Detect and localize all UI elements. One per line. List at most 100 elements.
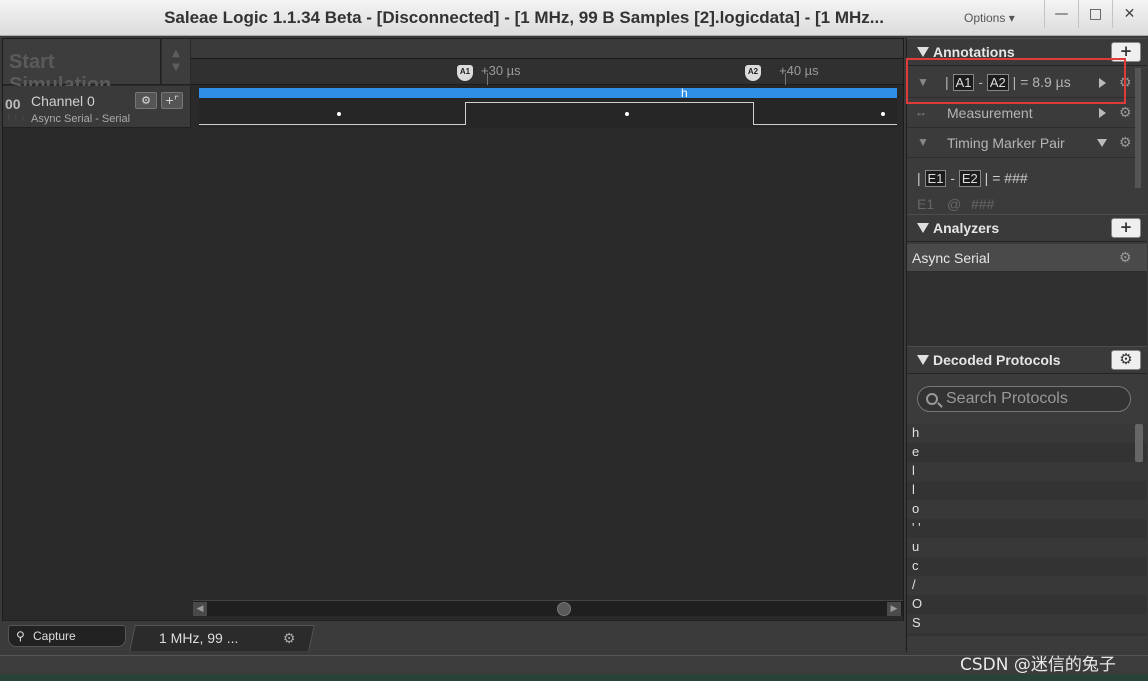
decoded-item[interactable]: h bbox=[907, 424, 1147, 443]
decoded-item[interactable]: ' ' bbox=[907, 519, 1147, 538]
decoded-item[interactable]: c bbox=[907, 557, 1147, 576]
chevron-down-icon: ▼ bbox=[172, 62, 180, 73]
file-tab-gear-icon[interactable]: ⚙ bbox=[283, 630, 296, 647]
signal-segment bbox=[199, 124, 465, 125]
channel-number: 00 bbox=[5, 96, 21, 112]
decoded-item[interactable]: / bbox=[907, 576, 1147, 595]
signal-edge bbox=[465, 102, 466, 125]
close-icon: ✕ bbox=[1123, 6, 1136, 22]
taskbar-strip bbox=[0, 674, 1148, 681]
marker-a2[interactable]: A2 bbox=[745, 65, 761, 81]
decoded-list-scrollbar[interactable] bbox=[1135, 424, 1143, 462]
add-analyzer-button[interactable]: + bbox=[1111, 218, 1141, 238]
timeline-ruler[interactable]: +30 µs +40 µs A1 A2 bbox=[191, 39, 903, 85]
decoded-item[interactable]: \n bbox=[907, 633, 1147, 636]
trigger-icon: +⌜ bbox=[164, 94, 180, 107]
analyzer-name: Async Serial bbox=[912, 250, 990, 266]
measurement-label: Measurement bbox=[947, 105, 1033, 121]
plus-icon: + bbox=[1119, 218, 1133, 236]
channel-trigger-button[interactable]: +⌜ bbox=[161, 92, 183, 109]
channel-settings-button[interactable]: ⚙ bbox=[135, 92, 157, 109]
analyzer-item[interactable]: Async Serial ⚙ bbox=[907, 244, 1147, 272]
gear-icon[interactable]: ⚙ bbox=[1119, 249, 1132, 266]
bus-byte-label: h bbox=[681, 86, 688, 100]
maximize-button[interactable]: □ bbox=[1078, 0, 1112, 28]
gear-icon: ⚙ bbox=[141, 94, 151, 107]
waveform-area: Start Simulation ▲ ▼ +30 µs +40 µs A1 A2… bbox=[2, 38, 904, 650]
analyzers-title: Analyzers bbox=[933, 220, 1000, 236]
decoded-item[interactable]: l bbox=[907, 481, 1147, 500]
pair-e-value: = ### bbox=[992, 170, 1028, 186]
file-tab-label: 1 MHz, 99 ... bbox=[159, 630, 239, 646]
e-pair-expression: | E1 - E2 | = ### bbox=[917, 170, 1028, 187]
decoded-protocols-header[interactable]: Decoded Protocols ⚙ bbox=[907, 346, 1147, 374]
decoded-item[interactable]: e bbox=[907, 443, 1147, 462]
annotation-row-timing-pair[interactable]: ▼ Timing Marker Pair ⚙ bbox=[907, 128, 1139, 158]
scroll-left-icon[interactable]: ◀ bbox=[193, 602, 207, 616]
signal-segment bbox=[465, 102, 753, 103]
minimize-button[interactable]: — bbox=[1044, 0, 1078, 28]
channel-header[interactable]: 00 ⋮⋮⋮ Channel 0 Async Serial - Serial ⚙… bbox=[3, 86, 191, 128]
timeline-tick bbox=[487, 73, 488, 85]
timing-marker-pair-label: Timing Marker Pair bbox=[947, 135, 1065, 151]
capture-icon: ⚲ bbox=[16, 629, 25, 643]
expand-arrow-icon[interactable] bbox=[1099, 108, 1106, 118]
highlight-box bbox=[906, 58, 1126, 104]
decoded-item[interactable]: u bbox=[907, 538, 1147, 557]
decoded-bus[interactable]: h bbox=[199, 86, 897, 100]
decoded-item[interactable]: l bbox=[907, 462, 1147, 481]
dropdown-arrow-icon[interactable] bbox=[1097, 139, 1107, 147]
grip-icon: ⋮⋮⋮ bbox=[6, 114, 27, 121]
sample-dot bbox=[881, 112, 885, 116]
channel-waveform[interactable]: h bbox=[199, 86, 897, 128]
decoded-protocols-title: Decoded Protocols bbox=[933, 352, 1061, 368]
collapse-triangle-icon bbox=[917, 47, 929, 57]
collapse-triangle-icon bbox=[917, 355, 929, 365]
timeline-tick bbox=[785, 73, 786, 85]
timing-pair-expression: | E1 - E2 | = ### bbox=[907, 164, 1139, 194]
capture-label: Capture bbox=[33, 629, 76, 643]
gear-icon[interactable]: ⚙ bbox=[1119, 134, 1132, 151]
gear-icon: ⚙ bbox=[1119, 350, 1133, 368]
scroll-right-icon[interactable]: ▶ bbox=[887, 602, 901, 616]
right-panel: Annotations + ▼ | A1 - A2 | = 8.9 µs ⚙ ↔… bbox=[906, 38, 1147, 652]
chevron-up-icon: ▲ bbox=[172, 48, 180, 59]
start-simulation-button[interactable]: Start Simulation bbox=[3, 39, 161, 96]
decoded-item[interactable]: o bbox=[907, 500, 1147, 519]
simulation-spinner[interactable]: ▲ ▼ bbox=[162, 39, 190, 85]
decoded-item[interactable]: S bbox=[907, 614, 1147, 633]
gear-icon[interactable]: ⚙ bbox=[1119, 104, 1132, 121]
options-menu[interactable]: Options ▾ bbox=[964, 11, 1015, 25]
scroll-thumb[interactable] bbox=[557, 602, 571, 616]
measure-arrows-icon: ↔ bbox=[915, 105, 927, 119]
signal-edge bbox=[753, 102, 754, 125]
e1-at: @ bbox=[947, 196, 962, 212]
decoded-item[interactable]: O bbox=[907, 595, 1147, 614]
capture-tab[interactable]: ⚲ Capture bbox=[8, 625, 126, 647]
bottom-tab-bar: ⚲ Capture 1 MHz, 99 ... ⚙ bbox=[2, 620, 904, 651]
analyzers-empty-area bbox=[907, 272, 1147, 346]
sample-dot bbox=[625, 112, 629, 116]
decoded-protocols-list[interactable]: hello' 'uc/OS\n bbox=[907, 424, 1147, 636]
maximize-icon: □ bbox=[1088, 6, 1103, 22]
e1-label: E1 bbox=[917, 196, 935, 212]
analyzers-header[interactable]: Analyzers + bbox=[907, 214, 1147, 242]
collapse-triangle-icon bbox=[917, 223, 929, 233]
minimize-icon: — bbox=[1054, 6, 1069, 22]
pair-e1-box: E1 bbox=[924, 170, 947, 187]
marker-a1[interactable]: A1 bbox=[457, 65, 473, 81]
channel-name[interactable]: Channel 0 bbox=[31, 93, 95, 109]
decoded-settings-button[interactable]: ⚙ bbox=[1111, 350, 1141, 370]
horizontal-scrollbar[interactable]: ◀ ▶ bbox=[193, 600, 903, 616]
sample-dot bbox=[337, 112, 341, 116]
search-placeholder: Search Protocols bbox=[946, 390, 1068, 407]
search-protocols-input[interactable]: Search Protocols bbox=[917, 386, 1131, 412]
title-bar: Saleae Logic 1.1.34 Beta - [Disconnected… bbox=[0, 0, 1148, 36]
channel-analyzer-label: Async Serial - Serial bbox=[31, 113, 131, 125]
close-button[interactable]: ✕ bbox=[1112, 0, 1146, 28]
pair-e2-box: E2 bbox=[958, 170, 981, 187]
watermark: CSDN @迷信的兔子 bbox=[960, 655, 1116, 675]
e1-value: ### bbox=[971, 196, 995, 212]
annotations-scrollbar[interactable] bbox=[1135, 68, 1141, 188]
file-tab[interactable]: 1 MHz, 99 ... ⚙ bbox=[129, 625, 315, 651]
